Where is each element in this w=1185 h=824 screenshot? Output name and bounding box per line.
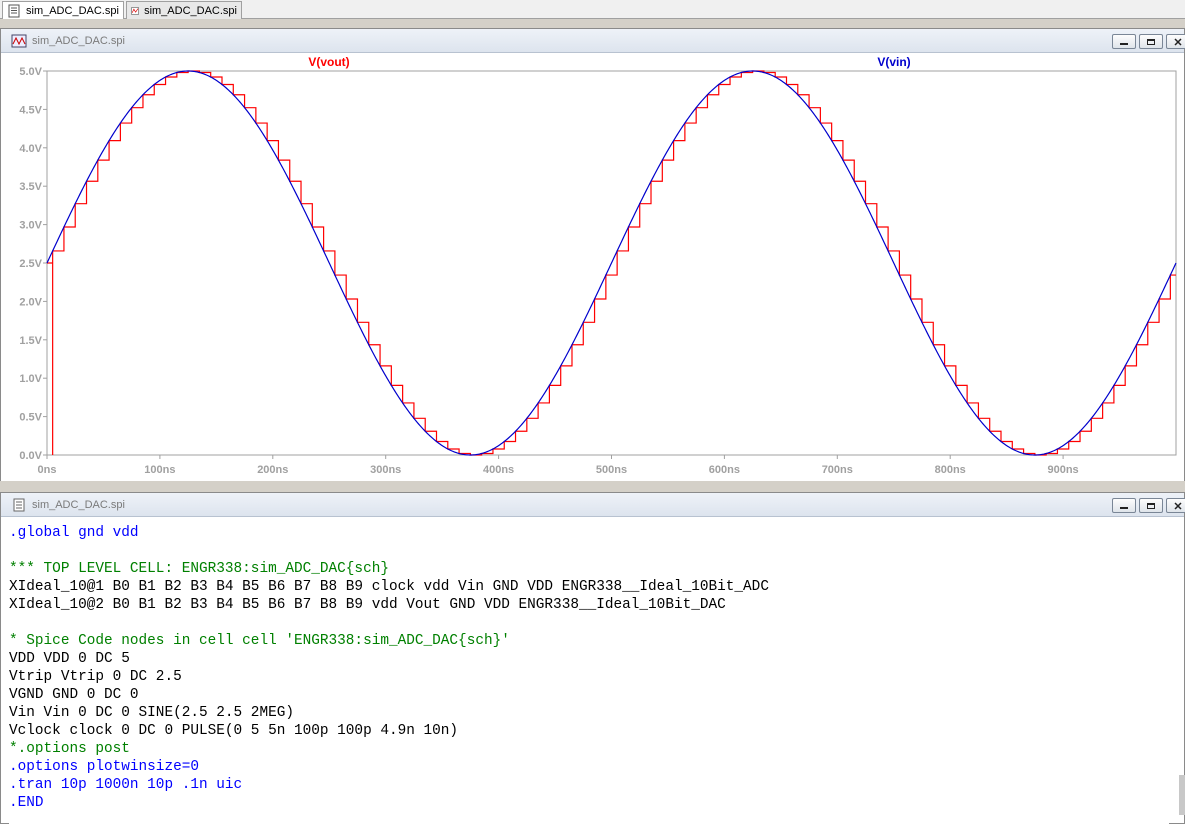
- netlist-line: XIdeal_10@1 B0 B1 B2 B3 B4 B5 B6 B7 B8 B…: [9, 579, 769, 595]
- netlist-line: Vin Vin 0 DC 0 SINE(2.5 2.5 2MEG): [9, 705, 294, 721]
- close-button[interactable]: [1166, 498, 1185, 513]
- x-tick-label: 500ns: [596, 464, 627, 476]
- netlist-line: .END: [9, 795, 44, 811]
- y-tick-label: 4.0V: [19, 143, 42, 155]
- y-tick-label: 0.0V: [19, 450, 42, 462]
- minimize-icon: [1120, 506, 1128, 509]
- document-icon: [8, 4, 20, 17]
- x-tick-label: 900ns: [1047, 464, 1078, 476]
- close-button[interactable]: [1166, 34, 1185, 49]
- restore-icon: [1147, 502, 1155, 509]
- x-tick-label: 300ns: [370, 464, 401, 476]
- netlist-line: Vclock clock 0 DC 0 PULSE(0 5 5n 100p 10…: [9, 723, 459, 739]
- netlist-line: * Spice Code nodes in cell cell 'ENGR338…: [9, 633, 510, 649]
- tab-waveform[interactable]: sim_ADC_DAC.spi: [126, 1, 242, 19]
- y-tick-label: 0.5V: [19, 412, 42, 424]
- legend-label: V(vout): [308, 55, 349, 69]
- y-axis-ticks: 0.0V 0.5V 1.0V 1.5V 2.0V 2.5V 3.0V 3.5V 4.0V 4.5V…: [19, 66, 47, 462]
- y-tick-label: 2.0V: [19, 296, 42, 308]
- scrollbar-thumb[interactable]: [1179, 775, 1185, 815]
- plot-window: sim_ADC_DAC.spi 0ns 100ns 200ns 300ns 400ns 5…: [0, 28, 1185, 481]
- x-tick-label: 600ns: [709, 464, 740, 476]
- tab-label: sim_ADC_DAC.spi: [26, 4, 119, 17]
- waveform-icon: [131, 6, 139, 15]
- netlist-line: *** TOP LEVEL CELL: ENGR338:sim_ADC_DAC{…: [9, 561, 389, 577]
- netlist-window: sim_ADC_DAC.spi .global gnd vdd *** TOP L…: [0, 492, 1185, 824]
- legend-label: V(vin): [877, 55, 910, 69]
- netlist-line: .options plotwinsize=0: [9, 759, 199, 775]
- y-tick-label: 3.5V: [19, 181, 42, 193]
- close-icon: [1174, 501, 1182, 510]
- y-tick-label: 2.5V: [19, 258, 42, 270]
- window-title: sim_ADC_DAC.spi: [32, 34, 125, 47]
- waveform-icon: [11, 34, 27, 47]
- netlist-window-titlebar[interactable]: sim_ADC_DAC.spi: [1, 493, 1185, 517]
- restore-button[interactable]: [1139, 498, 1163, 513]
- x-tick-label: 700ns: [822, 464, 853, 476]
- y-tick-label: 1.0V: [19, 373, 42, 385]
- x-tick-label: 0ns: [38, 464, 57, 476]
- x-tick-label: 800ns: [935, 464, 966, 476]
- restore-button[interactable]: [1139, 34, 1163, 49]
- minimize-button[interactable]: [1112, 34, 1136, 49]
- netlist-line: [9, 614, 1169, 632]
- netlist-line: VDD VDD 0 DC 5: [9, 651, 130, 667]
- netlist-line: VGND GND 0 DC 0: [9, 687, 139, 703]
- tab-netlist[interactable]: sim_ADC_DAC.spi: [2, 1, 124, 19]
- window-title: sim_ADC_DAC.spi: [32, 498, 125, 511]
- netlist-line: .global gnd vdd: [9, 525, 139, 541]
- x-tick-label: 100ns: [144, 464, 175, 476]
- restore-icon: [1147, 38, 1155, 45]
- netlist-line: Vtrip Vtrip 0 DC 2.5: [9, 669, 182, 685]
- tab-label: sim_ADC_DAC.spi: [144, 4, 237, 17]
- plot-legend: V(vout) V(vin): [308, 55, 910, 69]
- plot-window-titlebar[interactable]: sim_ADC_DAC.spi: [1, 29, 1185, 53]
- document-icon: [13, 498, 25, 511]
- y-tick-label: 3.0V: [19, 220, 42, 232]
- close-icon: [1174, 37, 1182, 46]
- y-tick-label: 1.5V: [19, 335, 42, 347]
- waveform-plot[interactable]: 0ns 100ns 200ns 300ns 400ns 500ns 600ns 700ns 80…: [1, 53, 1184, 481]
- x-axis-ticks: 0ns 100ns 200ns 300ns 400ns 500ns 600ns 700ns 80…: [38, 455, 1079, 476]
- netlist-line: XIdeal_10@2 B0 B1 B2 B3 B4 B5 B6 B7 B8 B…: [9, 597, 726, 613]
- minimize-icon: [1120, 42, 1128, 45]
- netlist-line: [9, 542, 1169, 560]
- x-tick-label: 200ns: [257, 464, 288, 476]
- netlist-line: *.options post: [9, 741, 130, 757]
- y-tick-label: 4.5V: [19, 104, 42, 116]
- y-tick-label: 5.0V: [19, 66, 42, 78]
- minimize-button[interactable]: [1112, 498, 1136, 513]
- netlist-line: .tran 10p 1000n 10p .1n uic: [9, 777, 243, 793]
- netlist-text-area[interactable]: .global gnd vdd *** TOP LEVEL CELL: ENGR3…: [9, 524, 1169, 824]
- document-tab-bar: sim_ADC_DAC.spi sim_ADC_DAC.spi: [0, 0, 1185, 19]
- x-tick-label: 400ns: [483, 464, 514, 476]
